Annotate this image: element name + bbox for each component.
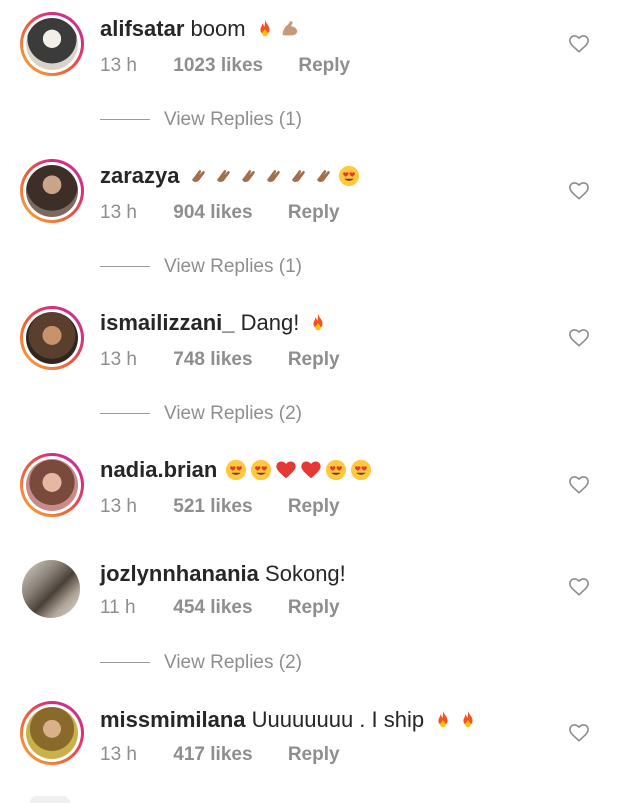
comment-text: Uuuuuuuu . I ship xyxy=(251,707,425,732)
avatar[interactable] xyxy=(20,701,84,765)
comment-time: 13 h xyxy=(100,202,137,223)
comment-emojis xyxy=(188,163,363,191)
heart-outline-icon[interactable] xyxy=(568,474,590,494)
comment-likes[interactable]: 904 likes xyxy=(173,201,252,225)
comment-emojis xyxy=(225,457,375,485)
view-replies-label: View Replies (2) xyxy=(164,403,302,424)
comment-emojis xyxy=(432,707,482,735)
avatar[interactable] xyxy=(22,560,80,618)
view-replies-divider xyxy=(100,119,150,121)
comment-time: 13 h xyxy=(100,55,137,76)
comment-username[interactable]: missmimilana xyxy=(100,707,246,732)
clap-emoji-icon xyxy=(191,170,205,183)
heart-outline-icon[interactable] xyxy=(568,180,590,200)
heart-outline-icon[interactable] xyxy=(568,576,590,596)
comment-likes[interactable]: 454 likes xyxy=(173,596,252,620)
comment-likes[interactable]: 417 likes xyxy=(173,743,252,767)
comment-text: Sokong! xyxy=(265,561,346,586)
heart-outline-icon[interactable] xyxy=(568,33,590,53)
clap-emoji-icon xyxy=(241,170,255,183)
comment-username[interactable]: nadia.brian xyxy=(100,457,217,482)
reply-button[interactable]: Reply xyxy=(288,348,340,372)
avatar[interactable] xyxy=(20,306,84,370)
comment-time: 13 h xyxy=(100,744,137,765)
comment-time: 13 h xyxy=(100,349,137,370)
heart-outline-icon[interactable] xyxy=(568,722,590,742)
heart-eyes-emoji-icon xyxy=(351,460,372,481)
avatar[interactable] xyxy=(20,159,84,223)
view-replies-button[interactable]: View Replies (1) xyxy=(100,255,302,279)
reply-button[interactable]: Reply xyxy=(288,495,340,519)
view-replies-divider xyxy=(100,266,150,268)
heart-eyes-emoji-icon xyxy=(226,460,247,481)
view-replies-button[interactable]: View Replies (1) xyxy=(100,108,302,132)
comment-text: Dang! xyxy=(240,310,300,335)
clap-emoji-icon xyxy=(291,170,305,183)
view-replies-divider xyxy=(100,662,150,664)
comment-emojis xyxy=(254,16,304,44)
fire-emoji-icon xyxy=(463,711,473,728)
reply-button[interactable]: Reply xyxy=(288,201,340,225)
comments-list: alifsatar boom 13 h 1023 likes Reply Vie… xyxy=(0,0,622,803)
next-avatar-edge xyxy=(30,796,70,803)
reply-button[interactable]: Reply xyxy=(288,596,340,620)
clap-emoji-icon xyxy=(266,170,280,183)
fire-emoji-icon xyxy=(313,314,324,331)
comment-likes[interactable]: 748 likes xyxy=(173,348,252,372)
reply-button[interactable]: Reply xyxy=(288,743,340,767)
comment-username[interactable]: jozlynnhanania xyxy=(100,561,259,586)
heart-eyes-emoji-icon xyxy=(251,460,272,481)
comment-text: boom xyxy=(190,16,246,41)
fire-emoji-icon xyxy=(438,711,448,728)
clap-emoji-icon xyxy=(216,170,230,183)
view-replies-divider xyxy=(100,413,150,415)
view-replies-button[interactable]: View Replies (2) xyxy=(100,402,302,426)
view-replies-button[interactable]: View Replies (2) xyxy=(100,651,302,675)
fire-emoji-icon xyxy=(260,20,270,37)
heart-outline-icon[interactable] xyxy=(568,327,590,347)
flexed-biceps-emoji-icon xyxy=(282,21,298,36)
comment-username[interactable]: ismailizzani_ xyxy=(100,310,235,335)
avatar[interactable] xyxy=(20,12,84,76)
heart-eyes-emoji-icon xyxy=(338,166,359,187)
clap-emoji-icon xyxy=(316,170,330,183)
view-replies-label: View Replies (1) xyxy=(164,256,302,277)
heart-eyes-emoji-icon xyxy=(326,460,347,481)
comment-likes[interactable]: 1023 likes xyxy=(173,54,263,78)
red-heart-emoji-icon xyxy=(301,461,322,479)
comment-time: 13 h xyxy=(100,496,137,517)
red-heart-emoji-icon xyxy=(276,461,297,479)
view-replies-label: View Replies (2) xyxy=(164,652,302,673)
view-replies-label: View Replies (1) xyxy=(164,109,302,130)
comment-time: 11 h xyxy=(100,597,136,618)
comment-emojis xyxy=(307,310,332,338)
reply-button[interactable]: Reply xyxy=(298,54,350,78)
comment-username[interactable]: zarazya xyxy=(100,163,180,188)
comment-username[interactable]: alifsatar xyxy=(100,16,184,41)
avatar[interactable] xyxy=(20,453,84,517)
comment-likes[interactable]: 521 likes xyxy=(173,495,252,519)
